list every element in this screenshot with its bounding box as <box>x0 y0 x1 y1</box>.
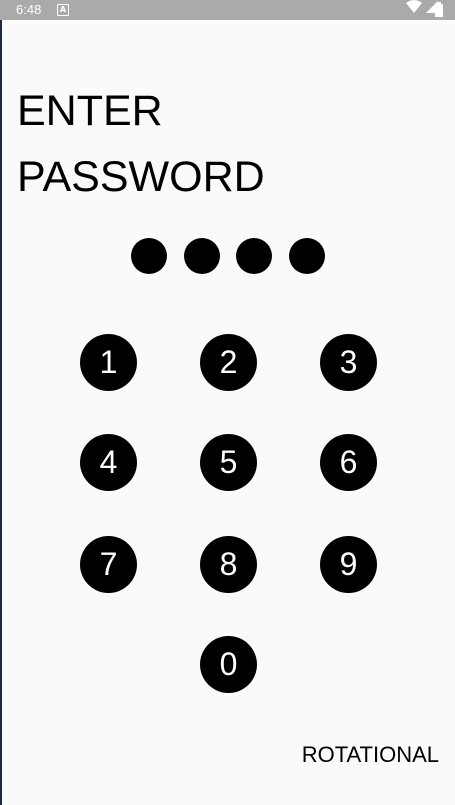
key-3-button[interactable]: 3 <box>320 334 377 391</box>
a-icon: A <box>57 4 69 16</box>
battery-icon <box>435 2 443 17</box>
status-bar: 6:48 A <box>0 0 455 20</box>
pin-dot <box>236 238 272 274</box>
pin-dot <box>131 238 167 274</box>
status-time: 6:48 <box>16 2 42 17</box>
key-2-button[interactable]: 2 <box>200 334 257 391</box>
key-4-button[interactable]: 4 <box>80 434 137 491</box>
pin-dot <box>288 238 325 274</box>
wifi-icon <box>406 0 422 21</box>
key-0-button[interactable]: 0 <box>200 636 257 693</box>
title-line-enter: ENTER <box>17 87 163 135</box>
key-6-button[interactable]: 6 <box>320 434 377 491</box>
key-8-button[interactable]: 8 <box>200 536 257 593</box>
key-5-button[interactable]: 5 <box>200 434 257 491</box>
key-7-button[interactable]: 7 <box>80 536 137 593</box>
rotational-mode-button[interactable]: ROTATIONAL <box>302 742 439 768</box>
page-title: ENTER PASSWORD <box>17 78 265 210</box>
pin-dot <box>183 238 220 274</box>
key-9-button[interactable]: 9 <box>320 536 377 593</box>
title-line-password: PASSWORD <box>17 153 265 201</box>
left-edge-line <box>0 0 2 805</box>
key-1-button[interactable]: 1 <box>80 334 137 391</box>
